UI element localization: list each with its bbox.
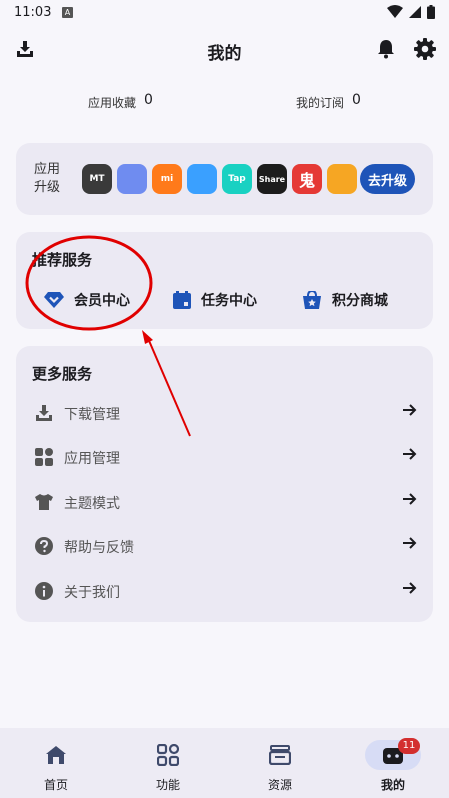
- app-icon-gallery: [117, 164, 147, 194]
- app-header: 我的: [0, 30, 449, 70]
- wifi-icon: [387, 5, 403, 18]
- task-center-item[interactable]: 任务中心: [173, 290, 257, 310]
- help-feedback-label: 帮助与反馈: [64, 540, 134, 556]
- app-upgrade-card[interactable]: 应用升级 MT mi Tap Share 鬼 去升级: [16, 143, 433, 215]
- arrow-right-icon: [403, 537, 417, 549]
- bottom-nav: 首页 功能 资源 11 我的: [0, 728, 449, 798]
- points-mall-item[interactable]: 积分商城: [302, 290, 388, 310]
- shop-icon: [303, 291, 321, 309]
- nav-home[interactable]: 首页: [0, 728, 112, 798]
- arrow-right-icon: [403, 582, 417, 594]
- home-icon: [46, 746, 66, 764]
- apps-grid-icon: [35, 448, 53, 466]
- status-bar: 11:03 A: [0, 0, 449, 26]
- bell-icon[interactable]: [377, 39, 395, 59]
- task-center-label: 任务中心: [201, 293, 257, 309]
- arrow-right-icon: [403, 404, 417, 416]
- nav-resource-label: 资源: [267, 778, 292, 792]
- favorites-label[interactable]: 应用收藏: [88, 94, 136, 111]
- upgrade-label: 应用升级: [34, 162, 61, 195]
- upgrade-app-icons: MT mi Tap Share 鬼: [82, 164, 359, 194]
- nav-function[interactable]: 功能: [112, 728, 224, 798]
- app-icon-red: 鬼: [292, 164, 322, 194]
- diamond-icon: [44, 292, 64, 308]
- nav-profile-icon-wrap: 11: [365, 738, 421, 770]
- calendar-icon: [173, 291, 191, 309]
- notification-badge: 11: [398, 738, 420, 754]
- about-us-row[interactable]: 关于我们: [16, 570, 433, 614]
- more-title: 更多服务: [32, 365, 93, 383]
- app-icon-browser: [187, 164, 217, 194]
- notification-a-icon: A: [62, 7, 73, 18]
- subscriptions-label[interactable]: 我的订阅: [296, 94, 344, 111]
- status-icons: [387, 5, 435, 19]
- recommended-services-card: 推荐服务 会员中心 任务中心 积分商城: [16, 232, 433, 329]
- upgrade-button[interactable]: 去升级: [360, 164, 415, 194]
- nav-profile-label: 我的: [380, 778, 405, 792]
- nav-profile[interactable]: 11 我的: [337, 728, 449, 798]
- member-center-label: 会员中心: [74, 293, 130, 309]
- nav-home-label: 首页: [43, 778, 68, 792]
- nav-function-icon-wrap: [140, 740, 196, 770]
- tshirt-icon: [35, 494, 53, 510]
- help-feedback-row[interactable]: 帮助与反馈: [16, 525, 433, 569]
- arrow-right-icon: [403, 448, 417, 460]
- app-icon-share: Share: [257, 164, 287, 194]
- help-icon: [35, 537, 53, 555]
- app-manage-row[interactable]: 应用管理: [16, 436, 433, 480]
- app-icon-partial: [327, 164, 357, 194]
- download-manage-icon: [36, 405, 52, 421]
- status-time: 11:03: [14, 5, 52, 20]
- theme-mode-label: 主题模式: [64, 496, 120, 512]
- stats-row: 应用收藏 0 我的订阅 0: [0, 92, 449, 118]
- annotation-arrowhead: [142, 330, 153, 344]
- download-manage-label: 下载管理: [64, 407, 120, 423]
- function-icon: [157, 744, 179, 766]
- theme-mode-row[interactable]: 主题模式: [16, 481, 433, 525]
- signal-icon: [409, 6, 421, 18]
- app-icon-taptap: Tap: [222, 164, 252, 194]
- info-icon: [35, 582, 53, 600]
- about-us-label: 关于我们: [64, 585, 120, 601]
- arrow-right-icon: [403, 493, 417, 505]
- more-services-card: 更多服务 下载管理 应用管理 主题模式 帮助与反馈 关于我们: [16, 346, 433, 622]
- member-center-item[interactable]: 会员中心: [44, 290, 130, 310]
- recommended-title: 推荐服务: [32, 251, 93, 269]
- app-icon-mt: MT: [82, 164, 112, 194]
- app-manage-label: 应用管理: [64, 451, 120, 467]
- resource-icon: [269, 745, 291, 765]
- gear-icon[interactable]: [414, 38, 436, 60]
- nav-resource[interactable]: 资源: [224, 728, 336, 798]
- battery-icon: [427, 5, 435, 19]
- download-manage-row[interactable]: 下载管理: [16, 392, 433, 436]
- nav-function-label: 功能: [155, 778, 180, 792]
- subscriptions-count[interactable]: 0: [352, 92, 361, 108]
- favorites-count[interactable]: 0: [144, 92, 153, 108]
- nav-home-icon-wrap: [28, 740, 84, 770]
- nav-resource-icon-wrap: [252, 740, 308, 770]
- points-mall-label: 积分商城: [332, 293, 388, 309]
- app-icon-mi-store: mi: [152, 164, 182, 194]
